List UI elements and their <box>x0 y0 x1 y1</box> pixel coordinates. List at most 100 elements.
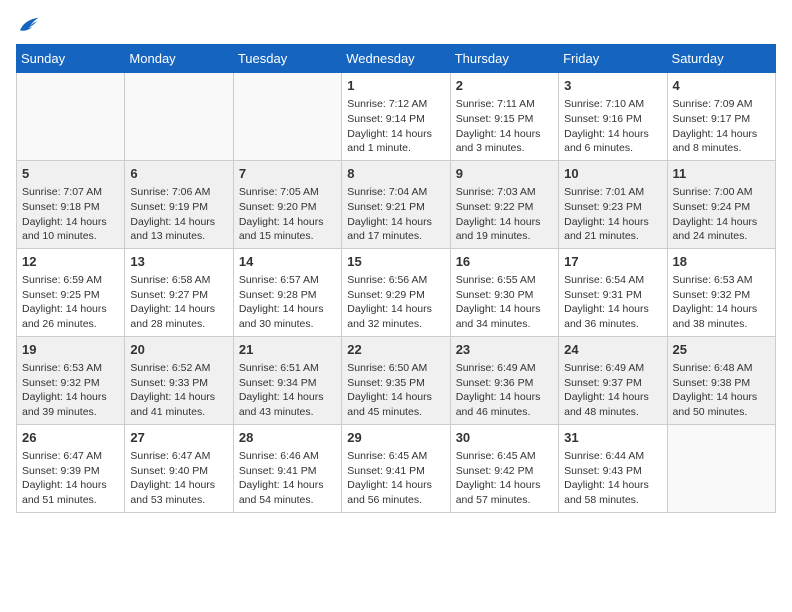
day-info: Sunrise: 6:47 AM Sunset: 9:39 PM Dayligh… <box>22 449 119 508</box>
day-number: 15 <box>347 253 444 271</box>
calendar-day-cell: 2 Sunrise: 7:11 AM Sunset: 9:15 PM Daylig… <box>450 73 558 161</box>
day-number: 27 <box>130 429 227 447</box>
day-info: Sunrise: 6:55 AM Sunset: 9:30 PM Dayligh… <box>456 273 553 332</box>
day-info: Sunrise: 6:48 AM Sunset: 9:38 PM Dayligh… <box>673 361 770 420</box>
day-info: Sunrise: 7:05 AM Sunset: 9:20 PM Dayligh… <box>239 185 336 244</box>
calendar-day-cell: 1 Sunrise: 7:12 AM Sunset: 9:14 PM Daylig… <box>342 73 450 161</box>
day-number: 21 <box>239 341 336 359</box>
day-info: Sunrise: 6:49 AM Sunset: 9:36 PM Dayligh… <box>456 361 553 420</box>
day-header-saturday: Saturday <box>667 45 775 73</box>
day-info: Sunrise: 6:44 AM Sunset: 9:43 PM Dayligh… <box>564 449 661 508</box>
day-number: 7 <box>239 165 336 183</box>
calendar-header-row: SundayMondayTuesdayWednesdayThursdayFrid… <box>17 45 776 73</box>
calendar-day-cell: 19Sunrise: 6:53 AM Sunset: 9:32 PM Dayli… <box>17 336 125 424</box>
calendar-week-row: 19Sunrise: 6:53 AM Sunset: 9:32 PM Dayli… <box>17 336 776 424</box>
day-number: 22 <box>347 341 444 359</box>
calendar-day-cell: 10 Sunrise: 7:01 AM Sunset: 9:23 PM Dayli… <box>559 160 667 248</box>
day-header-friday: Friday <box>559 45 667 73</box>
calendar-day-cell: 8 Sunrise: 7:04 AM Sunset: 9:21 PM Daylig… <box>342 160 450 248</box>
day-number: 29 <box>347 429 444 447</box>
day-info: Sunrise: 6:47 AM Sunset: 9:40 PM Dayligh… <box>130 449 227 508</box>
day-info: Sunrise: 7:11 AM Sunset: 9:15 PM Dayligh… <box>456 97 553 156</box>
logo <box>16 16 42 36</box>
calendar-day-cell: 14Sunrise: 6:57 AM Sunset: 9:28 PM Dayli… <box>233 248 341 336</box>
day-number: 4 <box>673 77 770 95</box>
calendar-day-cell: 12 Sunrise: 6:59 AM Sunset: 9:25 PM Dayli… <box>17 248 125 336</box>
day-info: Sunrise: 7:06 AM Sunset: 9:19 PM Dayligh… <box>130 185 227 244</box>
day-header-wednesday: Wednesday <box>342 45 450 73</box>
calendar-week-row: 5Sunrise: 7:07 AM Sunset: 9:18 PM Daylig… <box>17 160 776 248</box>
day-number: 2 <box>456 77 553 95</box>
day-number: 23 <box>456 341 553 359</box>
calendar-day-cell: 11 Sunrise: 7:00 AM Sunset: 9:24 PM Dayli… <box>667 160 775 248</box>
day-info: Sunrise: 6:53 AM Sunset: 9:32 PM Dayligh… <box>673 273 770 332</box>
day-header-tuesday: Tuesday <box>233 45 341 73</box>
day-info: Sunrise: 6:46 AM Sunset: 9:41 PM Dayligh… <box>239 449 336 508</box>
day-number: 5 <box>22 165 119 183</box>
calendar-day-cell: 15Sunrise: 6:56 AM Sunset: 9:29 PM Dayli… <box>342 248 450 336</box>
day-number: 16 <box>456 253 553 271</box>
page-header <box>16 16 776 36</box>
calendar-day-cell <box>667 424 775 512</box>
calendar-day-cell: 29 Sunrise: 6:45 AM Sunset: 9:41 PM Dayli… <box>342 424 450 512</box>
day-info: Sunrise: 6:54 AM Sunset: 9:31 PM Dayligh… <box>564 273 661 332</box>
day-number: 17 <box>564 253 661 271</box>
day-number: 18 <box>673 253 770 271</box>
day-number: 3 <box>564 77 661 95</box>
day-number: 8 <box>347 165 444 183</box>
day-header-thursday: Thursday <box>450 45 558 73</box>
calendar-day-cell: 26 Sunrise: 6:47 AM Sunset: 9:39 PM Dayli… <box>17 424 125 512</box>
calendar-day-cell: 22 Sunrise: 6:50 AM Sunset: 9:35 PM Dayli… <box>342 336 450 424</box>
day-number: 19 <box>22 341 119 359</box>
day-info: Sunrise: 6:59 AM Sunset: 9:25 PM Dayligh… <box>22 273 119 332</box>
calendar-week-row: 26 Sunrise: 6:47 AM Sunset: 9:39 PM Dayli… <box>17 424 776 512</box>
day-info: Sunrise: 7:00 AM Sunset: 9:24 PM Dayligh… <box>673 185 770 244</box>
calendar-week-row: 1 Sunrise: 7:12 AM Sunset: 9:14 PM Daylig… <box>17 73 776 161</box>
day-number: 11 <box>673 165 770 183</box>
calendar-day-cell: 17 Sunrise: 6:54 AM Sunset: 9:31 PM Dayli… <box>559 248 667 336</box>
day-header-monday: Monday <box>125 45 233 73</box>
calendar-day-cell: 28 Sunrise: 6:46 AM Sunset: 9:41 PM Dayli… <box>233 424 341 512</box>
calendar-week-row: 12 Sunrise: 6:59 AM Sunset: 9:25 PM Dayli… <box>17 248 776 336</box>
calendar-day-cell: 30 Sunrise: 6:45 AM Sunset: 9:42 PM Dayli… <box>450 424 558 512</box>
day-info: Sunrise: 7:03 AM Sunset: 9:22 PM Dayligh… <box>456 185 553 244</box>
day-number: 10 <box>564 165 661 183</box>
day-info: Sunrise: 7:01 AM Sunset: 9:23 PM Dayligh… <box>564 185 661 244</box>
day-number: 12 <box>22 253 119 271</box>
calendar-day-cell: 23 Sunrise: 6:49 AM Sunset: 9:36 PM Dayli… <box>450 336 558 424</box>
day-info: Sunrise: 7:09 AM Sunset: 9:17 PM Dayligh… <box>673 97 770 156</box>
day-info: Sunrise: 6:49 AM Sunset: 9:37 PM Dayligh… <box>564 361 661 420</box>
calendar-day-cell: 7 Sunrise: 7:05 AM Sunset: 9:20 PM Daylig… <box>233 160 341 248</box>
day-number: 28 <box>239 429 336 447</box>
calendar-day-cell: 27 Sunrise: 6:47 AM Sunset: 9:40 PM Dayli… <box>125 424 233 512</box>
calendar-day-cell: 21Sunrise: 6:51 AM Sunset: 9:34 PM Dayli… <box>233 336 341 424</box>
calendar-day-cell: 6 Sunrise: 7:06 AM Sunset: 9:19 PM Daylig… <box>125 160 233 248</box>
calendar-day-cell: 20Sunrise: 6:52 AM Sunset: 9:33 PM Dayli… <box>125 336 233 424</box>
calendar-day-cell: 25 Sunrise: 6:48 AM Sunset: 9:38 PM Dayli… <box>667 336 775 424</box>
day-info: Sunrise: 6:45 AM Sunset: 9:42 PM Dayligh… <box>456 449 553 508</box>
day-number: 25 <box>673 341 770 359</box>
calendar-day-cell: 4 Sunrise: 7:09 AM Sunset: 9:17 PM Daylig… <box>667 73 775 161</box>
day-number: 24 <box>564 341 661 359</box>
day-number: 26 <box>22 429 119 447</box>
day-info: Sunrise: 6:45 AM Sunset: 9:41 PM Dayligh… <box>347 449 444 508</box>
day-number: 1 <box>347 77 444 95</box>
day-number: 6 <box>130 165 227 183</box>
day-info: Sunrise: 7:04 AM Sunset: 9:21 PM Dayligh… <box>347 185 444 244</box>
day-number: 13 <box>130 253 227 271</box>
day-header-sunday: Sunday <box>17 45 125 73</box>
calendar-day-cell: 18 Sunrise: 6:53 AM Sunset: 9:32 PM Dayli… <box>667 248 775 336</box>
day-info: Sunrise: 7:12 AM Sunset: 9:14 PM Dayligh… <box>347 97 444 156</box>
calendar-day-cell: 5Sunrise: 7:07 AM Sunset: 9:18 PM Daylig… <box>17 160 125 248</box>
day-info: Sunrise: 6:57 AM Sunset: 9:28 PM Dayligh… <box>239 273 336 332</box>
calendar-day-cell: 13Sunrise: 6:58 AM Sunset: 9:27 PM Dayli… <box>125 248 233 336</box>
calendar-day-cell: 16 Sunrise: 6:55 AM Sunset: 9:30 PM Dayli… <box>450 248 558 336</box>
calendar-day-cell <box>125 73 233 161</box>
day-info: Sunrise: 6:50 AM Sunset: 9:35 PM Dayligh… <box>347 361 444 420</box>
calendar-day-cell <box>17 73 125 161</box>
calendar-day-cell <box>233 73 341 161</box>
day-info: Sunrise: 7:10 AM Sunset: 9:16 PM Dayligh… <box>564 97 661 156</box>
calendar-day-cell: 3 Sunrise: 7:10 AM Sunset: 9:16 PM Daylig… <box>559 73 667 161</box>
calendar-table: SundayMondayTuesdayWednesdayThursdayFrid… <box>16 44 776 513</box>
day-number: 30 <box>456 429 553 447</box>
